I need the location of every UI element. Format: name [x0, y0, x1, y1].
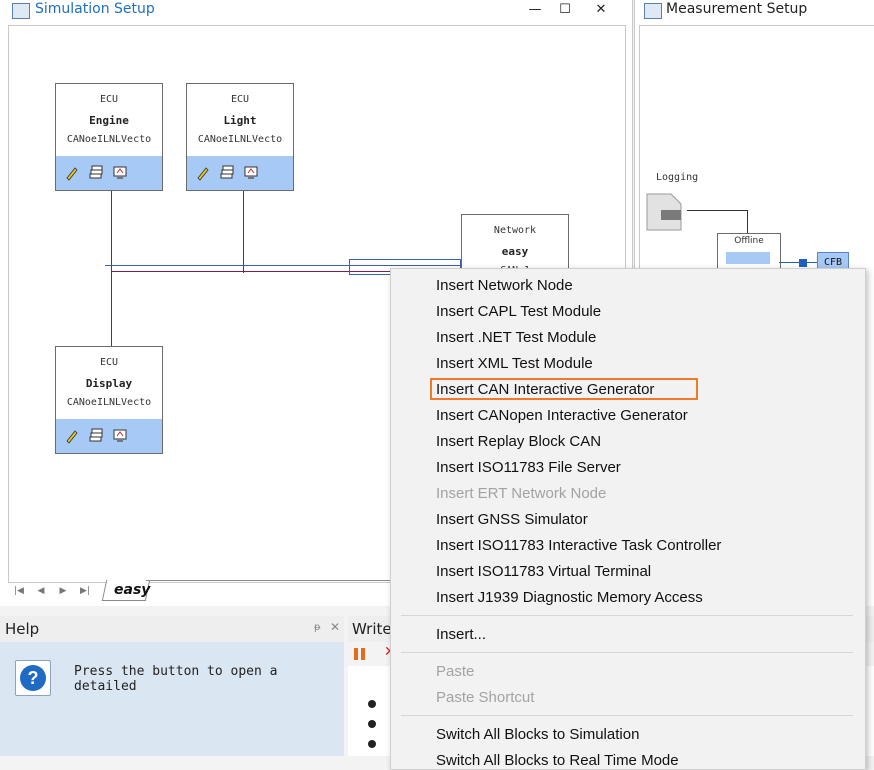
- prev-sheet-icon[interactable]: ◀: [32, 583, 50, 599]
- pencil-icon[interactable]: [195, 165, 211, 181]
- first-sheet-icon[interactable]: |◀: [10, 583, 28, 599]
- minimize-button[interactable]: —: [520, 0, 550, 20]
- stack-icon[interactable]: [219, 165, 235, 181]
- monitor-icon[interactable]: [112, 428, 128, 444]
- measurement-title: Measurement Setup: [666, 1, 808, 17]
- network-type: Network: [493, 225, 537, 236]
- menu-insert-j1939-diagnostic-memory-access[interactable]: Insert J1939 Diagnostic Memory Access: [436, 589, 703, 606]
- node-toolbar: [187, 156, 293, 190]
- node-toolbar: [56, 419, 162, 453]
- node-database: CANoeILNLVecto: [66, 397, 152, 408]
- menu-insert-more[interactable]: Insert...: [436, 626, 486, 643]
- menu-insert-iso11783-virtual-terminal[interactable]: Insert ISO11783 Virtual Terminal: [436, 563, 651, 580]
- menu-switch-all-to-real-time[interactable]: Switch All Blocks to Real Time Mode: [436, 752, 679, 769]
- menu-separator: [401, 652, 853, 653]
- pin-icon[interactable]: ᵽ: [314, 622, 321, 633]
- help-close-icon[interactable]: ✕: [330, 620, 340, 634]
- menu-insert-gnss-simulator[interactable]: Insert GNSS Simulator: [436, 511, 588, 528]
- ecu-node-engine[interactable]: ECU Engine CANoeILNLVecto: [55, 83, 163, 191]
- help-title: Help: [5, 620, 40, 638]
- maximize-button[interactable]: ☐: [550, 0, 580, 20]
- help-header: Help ᵽ ✕: [0, 616, 344, 642]
- menu-insert-ert-network-node: Insert ERT Network Node: [436, 485, 607, 502]
- simulation-app-icon: [12, 3, 30, 19]
- question-mark-icon: ?: [20, 665, 46, 691]
- ecu-node-light[interactable]: ECU Light CANoeILNLVecto: [186, 83, 294, 191]
- node-type: ECU: [99, 357, 119, 368]
- menu-insert-network-node[interactable]: Insert Network Node: [436, 277, 573, 294]
- help-button[interactable]: ?: [15, 660, 51, 696]
- menu-insert-iso11783-task-controller[interactable]: Insert ISO11783 Interactive Task Control…: [436, 537, 721, 554]
- last-sheet-icon[interactable]: ▶|: [76, 583, 94, 599]
- node-database: CANoeILNLVecto: [66, 134, 152, 145]
- logging-file-icon[interactable]: [645, 190, 685, 232]
- monitor-icon[interactable]: [243, 165, 259, 181]
- node-toolbar: [56, 156, 162, 190]
- context-menu: Insert Network Node Insert CAPL Test Mod…: [390, 268, 866, 770]
- network-name: easy: [501, 245, 529, 258]
- write-line-bullet: [368, 740, 376, 748]
- stack-icon[interactable]: [88, 165, 104, 181]
- pencil-icon[interactable]: [64, 428, 80, 444]
- write-line-bullet: [368, 720, 376, 728]
- wire-engine: [111, 191, 112, 346]
- menu-insert-replay-block-can[interactable]: Insert Replay Block CAN: [436, 433, 601, 450]
- menu-separator: [401, 715, 853, 716]
- offline-label: Offline: [734, 236, 764, 246]
- node-name: Light: [223, 114, 257, 127]
- menu-insert-iso11783-file-server[interactable]: Insert ISO11783 File Server: [436, 459, 621, 476]
- simulation-titlebar[interactable]: Simulation Setup — ☐ ✕: [0, 0, 632, 22]
- write-title: Write: [352, 620, 392, 638]
- next-sheet-icon[interactable]: ▶: [54, 583, 72, 599]
- menu-insert-xml-test-module[interactable]: Insert XML Test Module: [436, 355, 593, 372]
- node-name: Display: [85, 377, 133, 390]
- pause-icon[interactable]: [354, 648, 366, 660]
- simulation-title: Simulation Setup: [35, 1, 155, 17]
- menu-separator: [401, 615, 853, 616]
- help-pane: Help ᵽ ✕ ? Press the button to open a de…: [0, 616, 344, 756]
- menu-insert-capl-test-module[interactable]: Insert CAPL Test Module: [436, 303, 601, 320]
- node-database: CANoeILNLVecto: [197, 134, 283, 145]
- close-button[interactable]: ✕: [586, 0, 616, 20]
- logging-connector: [747, 210, 748, 233]
- tab-easy-label: easy: [114, 582, 151, 598]
- monitor-icon[interactable]: [112, 165, 128, 181]
- help-body: ? Press the button to open a detailed: [0, 644, 344, 756]
- menu-insert-net-test-module[interactable]: Insert .NET Test Module: [436, 329, 596, 346]
- cfb-label: CFB: [823, 257, 843, 268]
- logging-arrow: [687, 210, 747, 211]
- write-line-bullet: [368, 700, 376, 708]
- menu-paste-shortcut: Paste Shortcut: [436, 689, 535, 706]
- node-type: ECU: [230, 94, 250, 105]
- highlight-box: [430, 378, 698, 400]
- measurement-app-icon: [644, 3, 662, 19]
- ecu-node-display[interactable]: ECU Display CANoeILNLVecto: [55, 346, 163, 454]
- menu-insert-canopen-interactive-generator[interactable]: Insert CANopen Interactive Generator: [436, 407, 688, 424]
- cfb-connector: [779, 262, 817, 263]
- connector-point: [799, 259, 807, 267]
- menu-switch-all-to-simulation[interactable]: Switch All Blocks to Simulation: [436, 726, 639, 743]
- logging-label: Logging: [656, 172, 699, 183]
- help-text: Press the button to open a detailed: [74, 664, 278, 694]
- offline-bar: [726, 252, 770, 264]
- pencil-icon[interactable]: [64, 165, 80, 181]
- stack-icon[interactable]: [88, 428, 104, 444]
- menu-paste: Paste: [436, 663, 475, 680]
- node-type: ECU: [99, 94, 119, 105]
- wire-light: [243, 191, 244, 273]
- node-name: Engine: [89, 114, 129, 127]
